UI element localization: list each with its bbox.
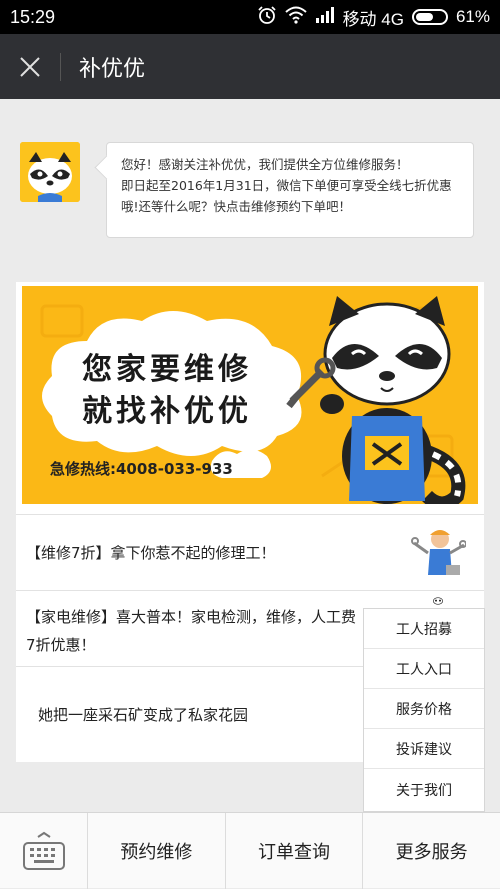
bottom-menu-bar: 预约维修 订单查询 更多服务: [0, 812, 500, 889]
popup-item-complaint[interactable]: 投诉建议: [364, 729, 484, 769]
close-button[interactable]: [0, 34, 60, 99]
message-line-1: 您好！感谢关注补优优，我们提供全方位维修服务！: [121, 157, 409, 172]
carrier-label: 移动 4G: [342, 9, 404, 29]
signal-icon: [315, 6, 335, 28]
news-item-title: 【维修7折】拿下你惹不起的修理工！: [26, 544, 276, 562]
banner-slogan-line-2: 就找补优优: [82, 394, 252, 429]
wifi-icon: [284, 6, 307, 29]
banner-slogan-line-1: 您家要维修: [82, 352, 252, 387]
battery-percent: 61%: [455, 7, 490, 26]
news-item-title: 她把一座采石矿变成了私家花园: [38, 706, 249, 724]
status-icons: 移动 4G 61%: [257, 5, 490, 30]
menu-more-services[interactable]: 更多服务: [363, 813, 500, 889]
status-bar: 15:29 移动 4G 61%: [0, 0, 500, 34]
status-time: 15:29: [10, 6, 56, 27]
close-icon: [20, 56, 40, 77]
keyboard-toggle-button[interactable]: [0, 813, 88, 889]
popup-item-service-price[interactable]: 服务价格: [364, 689, 484, 729]
popup-item-worker-recruit[interactable]: 工人招募: [364, 609, 484, 649]
popup-item-worker-entry[interactable]: 工人入口: [364, 649, 484, 689]
news-item-title-cont: 7折优惠！: [26, 636, 96, 654]
message-line-3: 哦!还等什么呢？快点击维修预约下单吧！: [121, 199, 352, 214]
battery-fill: [415, 13, 434, 21]
popup-item-about-us[interactable]: 关于我们: [364, 769, 484, 811]
battery-icon: [411, 9, 448, 25]
menu-order-query[interactable]: 订单查询: [226, 813, 364, 889]
message-line-2: 即日起至2016年1月31日，微信下单便可享受全线七折优惠: [121, 178, 452, 193]
promo-banner[interactable]: 您家要维修 就找补优优 急修热线:4008-033-933: [22, 286, 478, 504]
keyboard-icon: [22, 831, 65, 870]
message-bubble: 您好！感谢关注补优优，我们提供全方位维修服务！ 即日起至2016年1月31日，微…: [106, 142, 474, 238]
menu-book-repair[interactable]: 预约维修: [88, 813, 226, 889]
title-bar: 补优优: [0, 34, 500, 99]
news-item-title: 【家电维修】喜大普本！家电检测，维修，人工费: [26, 608, 357, 626]
alarm-icon: [257, 5, 277, 30]
title-divider: [60, 52, 61, 81]
page-title: 补优优: [79, 56, 146, 82]
banner-hotline: 急修热线:4008-033-933: [50, 460, 233, 478]
more-services-popup: 工人招募 工人入口 服务价格 投诉建议 关于我们: [363, 608, 485, 812]
repairman-thumbnail: [410, 523, 466, 583]
news-item-1[interactable]: 【维修7折】拿下你惹不起的修理工！: [16, 514, 484, 590]
avatar[interactable]: [20, 142, 80, 202]
